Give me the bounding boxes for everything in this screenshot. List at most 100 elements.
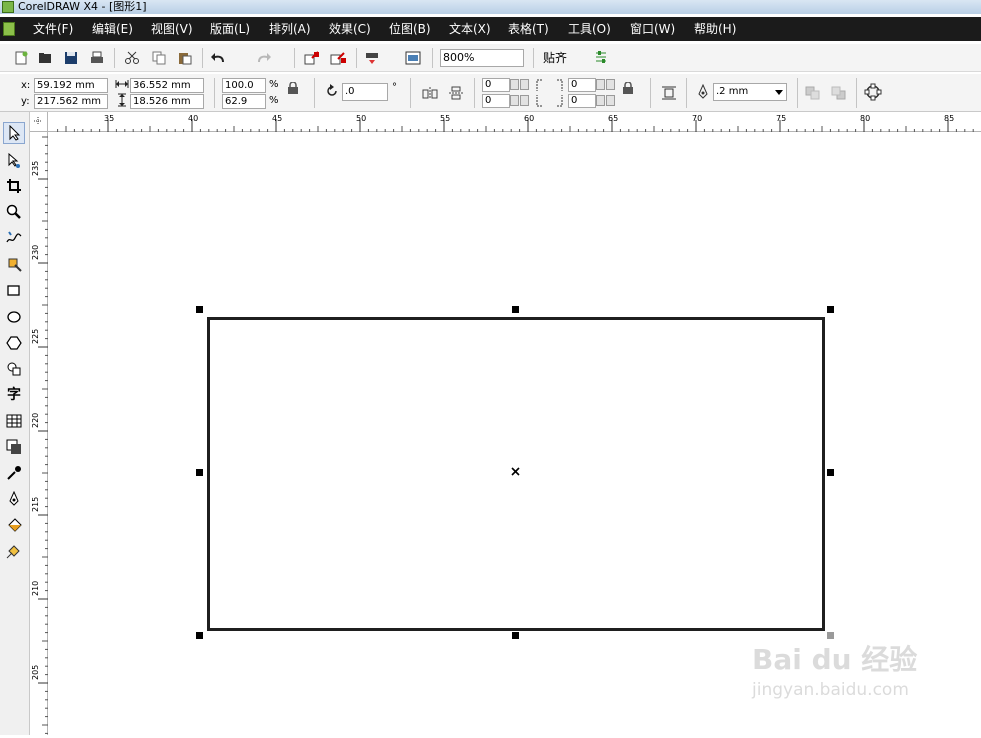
interactive-tool-icon[interactable]: [3, 436, 25, 458]
selection-handle-bottom-left[interactable]: [196, 632, 203, 639]
object-height-field[interactable]: 18.526 mm: [130, 94, 204, 109]
outline-pen-icon: [694, 83, 712, 101]
smart-fill-tool-icon[interactable]: [3, 253, 25, 275]
to-back-icon[interactable]: [830, 84, 848, 102]
vertical-ruler[interactable]: 235 230 225 220 215 210 205: [30, 132, 48, 735]
toolbar-separator: [797, 78, 798, 108]
cut-icon[interactable]: [123, 49, 141, 67]
ruler-top-label: 60: [524, 114, 534, 123]
outline-width-dropdown-arrow[interactable]: [775, 90, 783, 95]
polygon-tool-icon[interactable]: [3, 332, 25, 354]
object-width-field[interactable]: 36.552 mm: [130, 78, 204, 93]
text-tool-icon[interactable]: 字: [3, 384, 25, 406]
mirror-vertical-icon[interactable]: [447, 84, 465, 102]
menu-help[interactable]: 帮助(H): [694, 22, 736, 36]
corner-top-right-spinner[interactable]: [596, 79, 605, 90]
ruler-left-label: 215: [31, 497, 40, 512]
copy-icon[interactable]: [150, 49, 168, 67]
freehand-tool-icon[interactable]: [3, 227, 25, 249]
corner-bottom-left-spinner[interactable]: [510, 95, 519, 106]
corner-bottom-left-field[interactable]: 0: [482, 94, 510, 108]
selection-handle-bottom-middle[interactable]: [512, 632, 519, 639]
crop-tool-icon[interactable]: [3, 175, 25, 197]
corner-top-left-field[interactable]: 0: [482, 78, 510, 92]
corner-top-right-spinner-up[interactable]: [606, 79, 615, 90]
corner-top-right-field[interactable]: 0: [568, 78, 596, 92]
mirror-horizontal-icon[interactable]: [421, 84, 439, 102]
toolbar-separator: [432, 48, 433, 68]
horizontal-ruler[interactable]: 35 40 45 50 55 60 65 70 75 80 85: [30, 112, 981, 132]
corner-top-left-spinner[interactable]: [510, 79, 519, 90]
menu-text[interactable]: 文本(X): [449, 22, 491, 36]
basic-shapes-tool-icon[interactable]: [3, 358, 25, 380]
zoom-tool-icon[interactable]: [3, 201, 25, 223]
to-front-icon[interactable]: [804, 84, 822, 102]
menu-tools[interactable]: 工具(O): [568, 22, 611, 36]
toolbar-separator: [356, 48, 357, 68]
outline-width-value: .2 mm: [716, 86, 749, 97]
menu-file[interactable]: 文件(F): [33, 22, 73, 36]
ruler-origin-corner[interactable]: [30, 112, 48, 132]
toolbar-separator: [650, 78, 651, 108]
rectangle-tool-icon[interactable]: [3, 280, 25, 302]
options-icon[interactable]: [592, 49, 610, 67]
snap-to-label[interactable]: 贴齐: [543, 51, 567, 65]
outline-tool-icon[interactable]: [3, 488, 25, 510]
corner-bottom-right-spinner-up[interactable]: [606, 95, 615, 106]
rotation-angle-field[interactable]: .0: [342, 83, 388, 101]
scale-y-field[interactable]: 62.9: [222, 94, 266, 109]
y-position-field[interactable]: 217.562 mm: [34, 94, 108, 109]
interactive-fill-tool-icon[interactable]: [3, 540, 25, 562]
menu-effects[interactable]: 效果(C): [329, 22, 371, 36]
menu-layout[interactable]: 版面(L): [210, 22, 250, 36]
print-icon[interactable]: [88, 49, 106, 67]
baidu-jingyan-watermark: Bai du 经验 jingyan.baidu.com: [752, 638, 932, 718]
new-document-icon[interactable]: [12, 49, 30, 67]
shape-tool-icon[interactable]: [3, 150, 25, 172]
ellipse-tool-icon[interactable]: [3, 306, 25, 328]
corner-bottom-right-spinner[interactable]: [596, 95, 605, 106]
undo-icon[interactable]: [210, 49, 228, 67]
toolbar-separator: [202, 48, 203, 68]
document-icon[interactable]: [3, 22, 15, 36]
application-launcher-icon[interactable]: [363, 49, 381, 67]
ruler-top-label: 65: [608, 114, 618, 123]
wrap-text-icon[interactable]: [660, 84, 678, 102]
redo-icon[interactable]: [254, 49, 272, 67]
menu-view[interactable]: 视图(V): [151, 22, 193, 36]
import-icon[interactable]: [303, 49, 321, 67]
object-width-value: 36.552 mm: [133, 80, 191, 91]
menu-arrange[interactable]: 排列(A): [269, 22, 311, 36]
title-bar: CorelDRAW X4 - [图形1]: [0, 0, 981, 14]
corner-bottom-right-field[interactable]: 0: [568, 94, 596, 108]
toolbar-separator: [410, 78, 411, 108]
corner-lock-icon[interactable]: [620, 80, 636, 96]
table-tool-icon[interactable]: [3, 410, 25, 432]
pick-tool-icon[interactable]: [3, 122, 25, 144]
lock-ratio-icon[interactable]: [285, 80, 301, 96]
ruler-left-label: 220: [31, 413, 40, 428]
export-icon[interactable]: [329, 49, 347, 67]
selection-handle-middle-right[interactable]: [827, 469, 834, 476]
x-position-field[interactable]: 59.192 mm: [34, 78, 108, 93]
eyedropper-tool-icon[interactable]: [3, 462, 25, 484]
selection-handle-middle-left[interactable]: [196, 469, 203, 476]
fill-tool-icon[interactable]: [3, 514, 25, 536]
menu-table[interactable]: 表格(T): [508, 22, 549, 36]
rotation-center-mark[interactable]: [511, 467, 520, 476]
scale-x-field[interactable]: 100.0: [222, 78, 266, 93]
menu-edit[interactable]: 编辑(E): [92, 22, 133, 36]
menu-bitmaps[interactable]: 位图(B): [389, 22, 431, 36]
selection-handle-top-middle[interactable]: [512, 306, 519, 313]
open-folder-icon[interactable]: [36, 49, 54, 67]
convert-to-curves-icon[interactable]: [864, 83, 882, 101]
selection-handle-top-left[interactable]: [196, 306, 203, 313]
menu-window[interactable]: 窗口(W): [630, 22, 675, 36]
save-icon[interactable]: [62, 49, 80, 67]
welcome-screen-icon[interactable]: [404, 49, 422, 67]
corner-bottom-left-spinner-up[interactable]: [520, 95, 529, 106]
paste-icon[interactable]: [176, 49, 194, 67]
corner-top-left-spinner-up[interactable]: [520, 79, 529, 90]
zoom-level-select[interactable]: 800%: [440, 49, 524, 67]
selection-handle-top-right[interactable]: [827, 306, 834, 313]
